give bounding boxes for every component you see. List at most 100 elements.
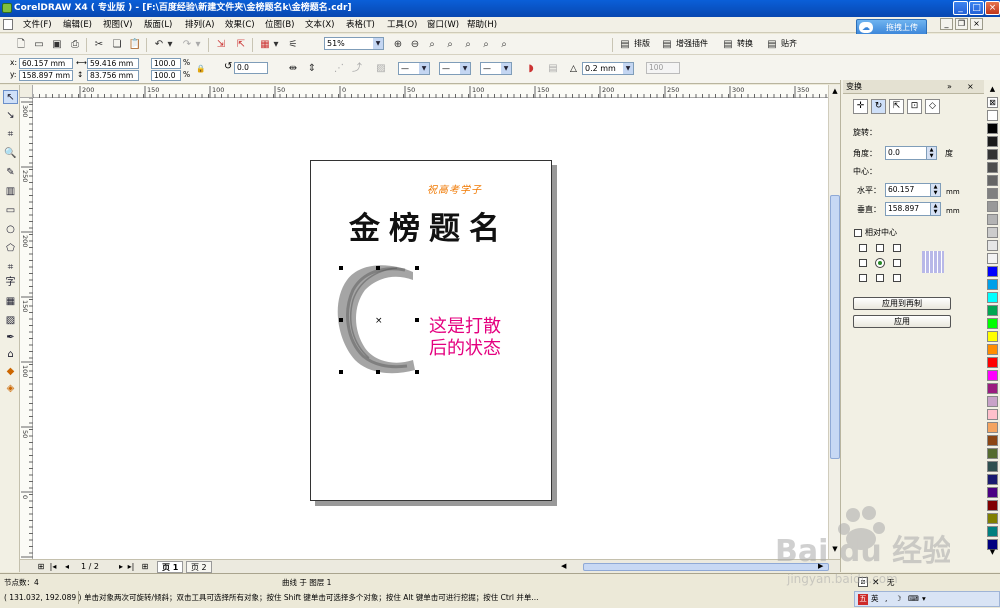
zoom-level-dropdown[interactable]: 51% ▼ (324, 37, 384, 50)
color-swatch[interactable] (987, 136, 998, 147)
rotation-field[interactable]: 0.0 (234, 62, 268, 74)
spinner-icon[interactable]: ▲ ▼ (930, 203, 940, 215)
next-page-icon[interactable]: ▸ (116, 562, 126, 572)
anchor-point[interactable] (893, 274, 901, 282)
shape-tool-icon[interactable]: ↘ (3, 109, 18, 123)
menu-text[interactable]: 文本(X) (303, 19, 336, 31)
print-icon[interactable]: ⎙ (68, 38, 82, 51)
anchor-point[interactable] (893, 259, 901, 267)
doc-restore-button[interactable]: ❐ (955, 18, 968, 30)
crop-tool-icon[interactable]: ⌗ (3, 128, 18, 142)
zoom-page-icon[interactable]: ⌕ (461, 38, 475, 51)
width-field[interactable]: 59.416 mm (87, 58, 139, 69)
menu-file[interactable]: 文件(F) (21, 19, 54, 31)
rotate-tab-icon[interactable]: ↻ (871, 99, 886, 114)
doc-minimize-button[interactable]: _ (940, 18, 953, 30)
color-swatch[interactable] (987, 253, 998, 264)
color-swatch[interactable] (987, 422, 998, 433)
minimize-button[interactable]: _ (953, 1, 968, 15)
zoom-selected-icon[interactable]: ⌕ (425, 38, 439, 51)
zoom-out-icon[interactable]: ⊖ (408, 38, 422, 51)
vertical-center-input[interactable]: 158.897 ▲ ▼ (885, 202, 941, 216)
annotation-line-2[interactable]: 后的状态 (429, 338, 501, 360)
maximize-button[interactable]: □ (969, 1, 984, 15)
horizontal-center-input[interactable]: 60.157 ▲ ▼ (885, 183, 941, 197)
line-style-dropdown[interactable]: — ▼ (439, 62, 471, 75)
brush-stroke-shape[interactable]: × (335, 262, 421, 378)
color-swatch[interactable] (987, 461, 998, 472)
mirror-v-icon[interactable]: ⇕ (305, 62, 319, 75)
text-tool-icon[interactable]: 字 (3, 276, 18, 290)
zoom-in-icon[interactable]: ⊕ (391, 38, 405, 51)
save-icon[interactable]: ▣ (50, 38, 64, 51)
menu-edit[interactable]: 编辑(E) (61, 19, 94, 31)
node-icon[interactable]: ⋰ (332, 62, 346, 75)
docker-expand-icon[interactable]: » (947, 80, 952, 94)
close-curve-icon[interactable]: ◗ (524, 62, 538, 75)
add-page-icon[interactable]: ⊞ (36, 562, 46, 572)
scale-y-field[interactable]: 100.0 (151, 70, 181, 81)
plugin-icon[interactable]: ▤ (660, 38, 674, 51)
cut-icon[interactable]: ✂ (92, 38, 106, 51)
anchor-point[interactable] (859, 274, 867, 282)
page-tab-1[interactable]: 页 1 (157, 561, 184, 573)
apply-button[interactable]: 应用 (853, 315, 951, 328)
vertical-scroll-thumb[interactable] (830, 195, 840, 459)
color-swatch[interactable] (987, 318, 998, 329)
smart-fill-icon[interactable]: ▥ (3, 185, 18, 199)
prev-page-icon[interactable]: ◂ (62, 562, 72, 572)
color-swatch[interactable] (987, 149, 998, 160)
launcher-dropdown-icon[interactable]: ▾ (272, 38, 280, 51)
typeset-label[interactable]: 排版 (634, 39, 650, 49)
color-swatch[interactable] (987, 409, 998, 420)
menu-tools[interactable]: 工具(O) (385, 19, 419, 31)
page-title[interactable]: 金榜题名 (349, 203, 509, 248)
undo-dropdown-icon[interactable]: ▾ (166, 38, 174, 51)
menu-table[interactable]: 表格(T) (344, 19, 377, 31)
height-field[interactable]: 83.756 mm (87, 70, 139, 81)
x-position-field[interactable]: 60.157 mm (19, 58, 73, 69)
color-swatch[interactable] (987, 513, 998, 524)
corel-online-icon[interactable]: ⚟ (286, 38, 300, 51)
eyedropper-tool-icon[interactable]: ✒ (3, 331, 18, 345)
size-tab-icon[interactable]: ⊡ (907, 99, 922, 114)
anchor-point[interactable] (893, 244, 901, 252)
export-icon[interactable]: ⇱ (234, 38, 248, 51)
end-arrow-dropdown[interactable]: — ▼ (480, 62, 512, 75)
redo-dropdown-icon[interactable]: ▾ (194, 38, 202, 51)
color-swatch[interactable] (987, 526, 998, 537)
page-tab-2[interactable]: 页 2 (186, 561, 212, 573)
ime-punctuation-icon[interactable]: , (885, 594, 887, 604)
page-subtitle[interactable]: 祝高考学子 (427, 181, 482, 196)
color-swatch[interactable] (987, 383, 998, 394)
redo-icon[interactable]: ↷ (180, 38, 194, 51)
typeset-icon[interactable]: ▤ (618, 38, 632, 51)
freehand-tool-icon[interactable]: ✎ (3, 166, 18, 180)
ime-logo-icon[interactable]: 五 (858, 594, 868, 605)
color-swatch[interactable] (987, 305, 998, 316)
color-swatch[interactable] (987, 370, 998, 381)
menu-bitmaps[interactable]: 位图(B) (263, 19, 296, 31)
scale-tab-icon[interactable]: ⇱ (889, 99, 904, 114)
interactive-tool-icon[interactable]: ▨ (3, 314, 18, 328)
apply-to-duplicate-button[interactable]: 应用到再制 (853, 297, 951, 310)
ellipse-tool-icon[interactable]: ○ (3, 223, 18, 237)
vertical-scrollbar[interactable]: ▲ ▼ (828, 85, 840, 559)
wrap-icon[interactable]: ▨ (374, 62, 388, 75)
menu-view[interactable]: 视图(V) (101, 19, 134, 31)
color-swatch[interactable] (987, 435, 998, 446)
new-icon[interactable]: 🗋 (14, 38, 28, 51)
undo-icon[interactable]: ↶ (152, 38, 166, 51)
color-swatch[interactable] (987, 227, 998, 238)
wrap-text-icon[interactable]: ▤ (546, 62, 560, 75)
zoom-tool-icon[interactable]: 🔍 (3, 147, 18, 161)
color-swatch[interactable] (987, 266, 998, 277)
paste-icon[interactable]: 📋 (128, 38, 142, 51)
color-swatch[interactable] (987, 292, 998, 303)
color-swatch[interactable] (987, 214, 998, 225)
scroll-up-icon[interactable]: ▲ (830, 87, 840, 97)
start-arrow-dropdown[interactable]: — ▼ (398, 62, 430, 75)
app-launcher-icon[interactable]: ▦ (258, 38, 272, 51)
docker-close-icon[interactable]: × (967, 80, 974, 94)
table-tool-icon[interactable]: ▦ (3, 295, 18, 309)
